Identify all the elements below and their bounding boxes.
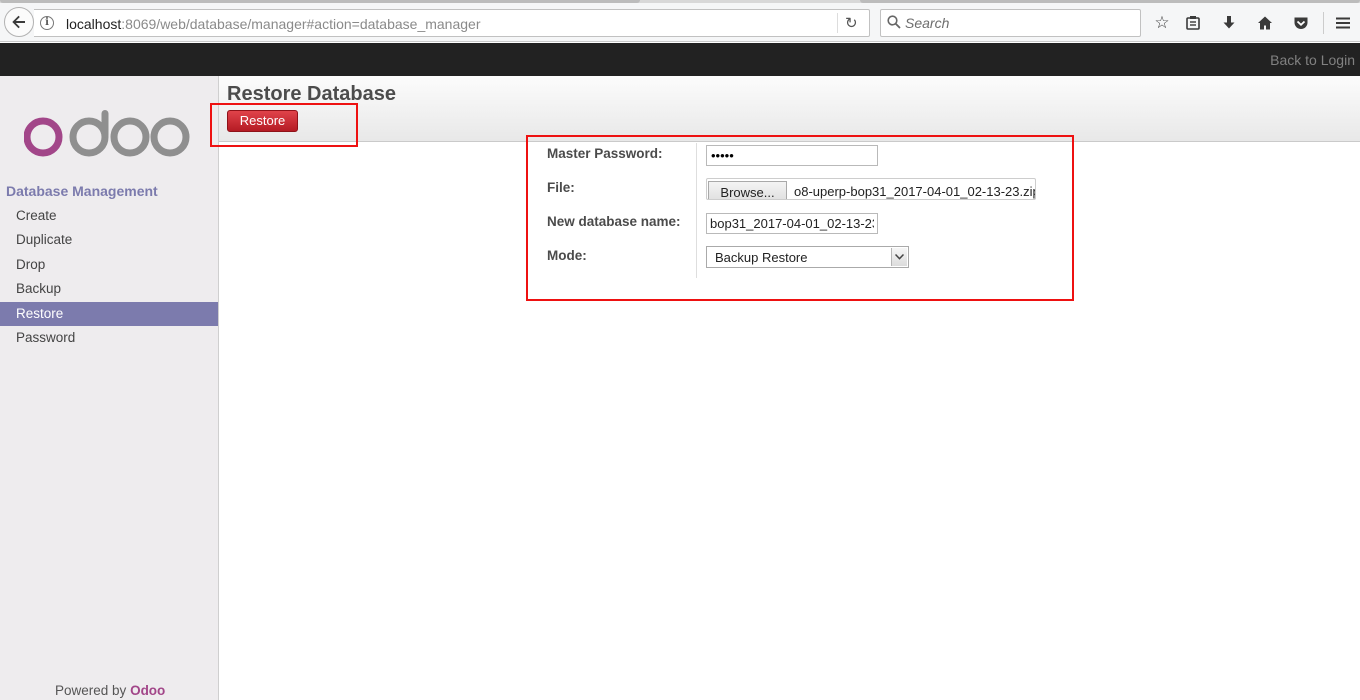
info-icon[interactable]: i — [40, 16, 54, 30]
odoo-topbar: Back to Login — [0, 43, 1360, 76]
hamburger-menu-icon[interactable] — [1331, 11, 1355, 35]
sidebar-item-restore[interactable]: Restore — [0, 301, 218, 326]
odoo-logo — [24, 110, 190, 157]
url-text[interactable]: localhost:8069/web/database/manager#acti… — [66, 16, 480, 32]
sidebar-item-password[interactable]: Password — [0, 326, 218, 350]
browse-button[interactable]: Browse... — [708, 181, 787, 199]
file-label: File: — [547, 180, 575, 195]
page-header: Restore Database Restore — [219, 76, 1360, 142]
back-arrow-icon[interactable] — [4, 7, 34, 37]
download-icon[interactable] — [1217, 11, 1241, 35]
sidebar: Database Management Create Duplicate Dro… — [0, 76, 219, 700]
sidebar-menu: Create Duplicate Drop Backup Restore Pas… — [0, 204, 218, 350]
url-host: localhost — [66, 16, 122, 32]
master-password-label: Master Password: — [547, 146, 663, 161]
chevron-down-icon[interactable] — [891, 248, 907, 266]
new-database-name-label: New database name: — [547, 214, 681, 229]
restore-form: Master Password: File: Browse... o8-uper… — [535, 143, 1065, 279]
search-bar[interactable] — [880, 9, 1141, 37]
search-icon — [887, 15, 901, 29]
home-icon[interactable] — [1253, 11, 1277, 35]
address-bar[interactable]: i localhost:8069/web/database/manager#ac… — [34, 9, 870, 37]
powered-by-brand-link[interactable]: Odoo — [130, 683, 165, 698]
mode-select[interactable]: Backup Restore — [706, 246, 909, 268]
new-database-name-field[interactable] — [706, 213, 878, 234]
browser-toolbar: i localhost:8069/web/database/manager#ac… — [0, 3, 1360, 42]
powered-by-label: Powered by — [55, 683, 127, 698]
sidebar-item-duplicate[interactable]: Duplicate — [0, 228, 218, 252]
sidebar-item-drop[interactable]: Drop — [0, 253, 218, 277]
reload-icon[interactable]: ↻ — [845, 14, 858, 32]
file-name: o8-uperp-bop31_2017-04-01_02-13-23.zip — [794, 184, 1036, 199]
pocket-icon[interactable] — [1289, 11, 1313, 35]
bookmarks-list-icon[interactable] — [1181, 11, 1205, 35]
url-path: :8069/web/database/manager#action=databa… — [121, 16, 481, 32]
database-management-heading: Database Management — [6, 183, 158, 199]
sidebar-item-backup[interactable]: Backup — [0, 277, 218, 301]
bookmark-star-icon[interactable]: ☆ — [1150, 11, 1174, 35]
page-title: Restore Database — [227, 83, 396, 105]
mode-label: Mode: — [547, 248, 587, 263]
back-to-login-link[interactable]: Back to Login — [1270, 52, 1355, 68]
powered-by-footer: Powered by Odoo — [55, 683, 165, 698]
master-password-field[interactable] — [706, 145, 878, 166]
sidebar-item-create[interactable]: Create — [0, 204, 218, 228]
restore-button[interactable]: Restore — [227, 110, 298, 132]
file-input[interactable]: Browse... o8-uperp-bop31_2017-04-01_02-1… — [706, 178, 1036, 200]
search-input[interactable] — [905, 15, 1135, 31]
mode-selected-value: Backup Restore — [715, 250, 808, 265]
